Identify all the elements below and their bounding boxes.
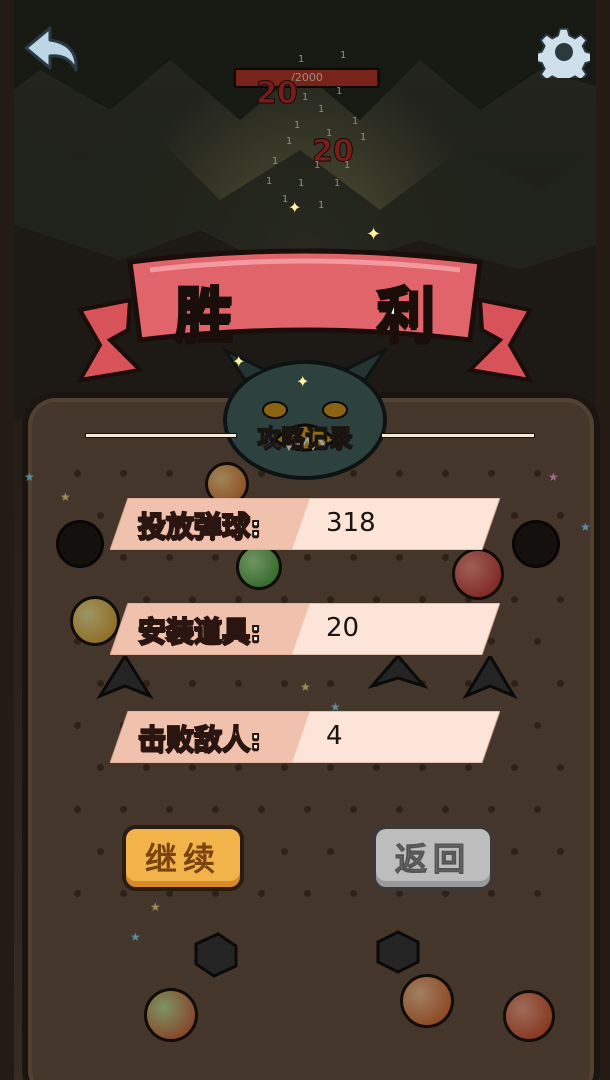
settings-button[interactable] — [534, 26, 594, 87]
sparkle-star: ✦ — [232, 352, 246, 371]
back-arrow-icon — [24, 26, 78, 72]
sparkle-star: ✦ — [366, 224, 382, 245]
stat-value: 4 — [326, 721, 343, 751]
stat-value: 318 — [326, 508, 376, 538]
continue-button[interactable]: 继续 — [122, 825, 244, 891]
back-button[interactable] — [22, 24, 84, 76]
victory-title: 胜 利 — [173, 280, 498, 351]
stat-row-items: 安装道具: 20 — [110, 603, 500, 655]
sparkle-star: ✦ — [288, 198, 302, 217]
stat-label: 击败敌人: — [137, 722, 262, 757]
return-button[interactable]: 返回 — [372, 825, 494, 891]
game-scene: ★ ★ ★ ★ ★ ★ ★ ★ /2000 20 20 111111111111… — [0, 0, 610, 1080]
stat-label: 投放弹球: — [137, 509, 262, 544]
record-title: 攻略记录 — [257, 424, 354, 453]
sparkle-star: ✦ — [296, 372, 310, 391]
stat-value: 20 — [326, 613, 360, 643]
gear-icon — [534, 27, 594, 87]
stat-row-enemies: 击败敌人: 4 — [110, 711, 500, 763]
stat-label: 安装道具: — [137, 614, 262, 649]
stat-row-balls: 投放弹球: 318 — [110, 498, 500, 550]
